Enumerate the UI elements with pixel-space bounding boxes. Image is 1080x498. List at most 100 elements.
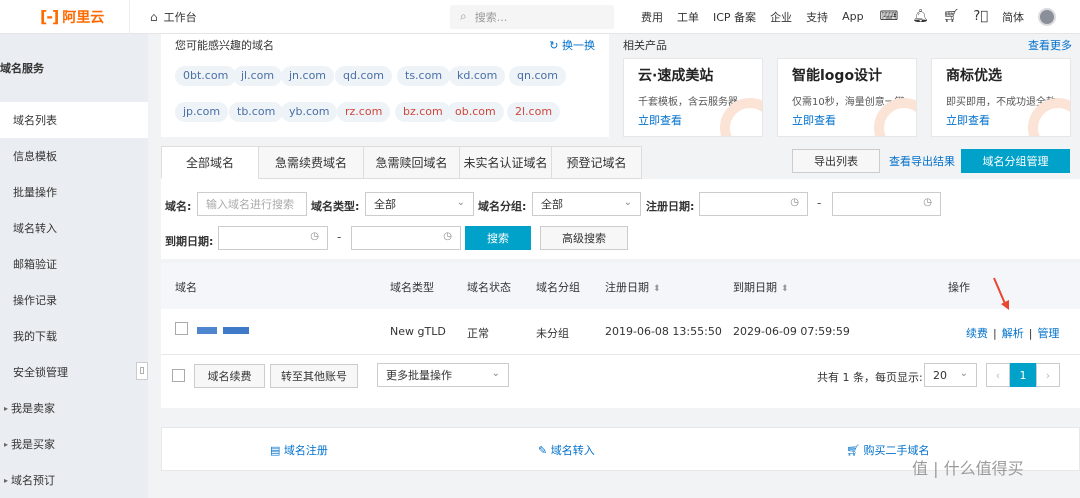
group-select[interactable]: 全部 ⌄: [532, 192, 641, 216]
sidebar-item-security-lock[interactable]: 安全锁管理: [0, 354, 148, 390]
manage-link[interactable]: 管理: [1037, 327, 1059, 340]
date-range-dash: -: [337, 230, 342, 244]
sidebar-item-batch-ops[interactable]: 批量操作: [0, 174, 148, 210]
col-ops: 操作: [948, 281, 970, 294]
type-select[interactable]: 全部 ⌄: [365, 192, 474, 216]
prev-page-button[interactable]: ‹: [986, 363, 1010, 387]
col-reg-date[interactable]: 注册日期 ⬍: [605, 279, 661, 295]
col-type: 域名类型: [390, 281, 434, 294]
col-exp-date[interactable]: 到期日期 ⬍: [733, 279, 789, 295]
product-card[interactable]: 云·速成美站 千套模板，含云服务器 立即查看: [623, 58, 763, 137]
domain-search-input[interactable]: 输入域名进行搜索: [197, 192, 307, 216]
domain-chip[interactable]: rz.com: [337, 102, 391, 122]
sidebar-item-downloads[interactable]: 我的下载: [0, 318, 148, 354]
annotation-arrow-icon: [993, 277, 1009, 310]
aliyun-logo[interactable]: [-] 阿里云: [0, 0, 130, 34]
domain-chip[interactable]: bz.com: [395, 102, 451, 122]
sidebar-item-email-verify[interactable]: 邮箱验证: [0, 246, 148, 282]
help-icon[interactable]: ?⃝: [973, 9, 988, 24]
batch-renew-button[interactable]: 域名续费: [194, 364, 265, 388]
domain-chip[interactable]: 2l.com: [507, 102, 561, 122]
nav-ticket[interactable]: 工单: [677, 9, 699, 25]
domain-chip[interactable]: ob.com: [447, 102, 504, 122]
domain-chip[interactable]: jn.com: [281, 66, 335, 86]
nav-icp[interactable]: ICP 备案: [713, 9, 756, 25]
top-nav-icons: ⌨ 🔔︎ 🛒︎ ?⃝ 简体: [880, 7, 1057, 26]
row-type: New gTLD: [390, 325, 446, 338]
tab-preregistered[interactable]: 预登记域名: [551, 146, 642, 179]
exp-date-end[interactable]: ◷: [351, 226, 461, 250]
domain-chip[interactable]: 0bt.com: [175, 66, 237, 86]
batch-ops-select[interactable]: 更多批量操作 ⌄: [377, 363, 509, 387]
sidebar-item-preorder[interactable]: ▸ 域名预订: [0, 462, 148, 498]
row-divider: [161, 354, 1080, 355]
next-page-button[interactable]: ›: [1036, 363, 1060, 387]
exp-date-label: 到期日期:: [165, 235, 214, 248]
transfer-domain-link[interactable]: ✎ 域名转入: [538, 442, 595, 458]
masked-domain-name[interactable]: [197, 327, 251, 335]
domain-chip[interactable]: qn.com: [509, 66, 566, 86]
sidebar-item-op-log[interactable]: 操作记录: [0, 282, 148, 318]
sidebar-collapse-handle[interactable]: ▯: [136, 362, 148, 380]
exp-date-start[interactable]: ◷: [218, 226, 328, 250]
clock-icon: ◷: [310, 231, 319, 242]
group-manage-button[interactable]: 域名分组管理: [961, 149, 1070, 173]
sidebar-title: 域名服务: [0, 62, 44, 75]
avatar[interactable]: [1038, 7, 1057, 26]
export-list-button[interactable]: 导出列表: [792, 149, 880, 173]
reg-date-end[interactable]: ◷: [832, 192, 941, 216]
nav-app[interactable]: App: [842, 10, 864, 23]
product-card-title: 智能logo设计: [792, 68, 883, 84]
search-input[interactable]: ⌕ 搜索...: [450, 4, 614, 29]
domain-chip[interactable]: jl.com: [233, 66, 283, 86]
product-card[interactable]: 智能logo设计 仅需10秒，海量创意一键 立即查看: [777, 58, 917, 137]
group-select-value: 全部: [541, 198, 563, 211]
row-checkbox[interactable]: [175, 322, 188, 335]
domain-chip[interactable]: qd.com: [335, 66, 392, 86]
search-button[interactable]: 搜索: [465, 226, 531, 250]
cart-icon[interactable]: 🛒︎: [943, 9, 960, 24]
reg-date-start[interactable]: ◷: [699, 192, 808, 216]
domain-chip[interactable]: yb.com: [281, 102, 338, 122]
domain-chip[interactable]: ts.com: [397, 66, 451, 86]
top-navbar: [-] 阿里云 ⌂ 工作台 ⌕ 搜索... 费用 工单 ICP 备案 企业 支持…: [0, 0, 1080, 34]
register-domain-link[interactable]: ▤ 域名注册: [270, 442, 328, 458]
page-1-button[interactable]: 1: [1010, 363, 1036, 387]
tab-renew-urgent[interactable]: 急需续费域名: [258, 146, 363, 179]
view-more-link[interactable]: 查看更多: [1028, 37, 1072, 53]
renew-link[interactable]: 续费: [966, 327, 988, 340]
language-switch[interactable]: 简体: [1002, 9, 1024, 25]
refresh-icon: ↻: [549, 39, 562, 52]
workbench-link[interactable]: ⌂ 工作台: [130, 0, 436, 34]
related-products-title: 相关产品: [623, 39, 667, 52]
logo-name: 阿里云: [62, 9, 105, 26]
tab-all-domains[interactable]: 全部域名: [161, 146, 258, 179]
suggested-domains-panel: 您可能感兴趣的域名 ↻ 换一换 0bt.com jl.com jn.com qd.co…: [161, 34, 609, 137]
domain-chip[interactable]: kd.com: [449, 66, 506, 86]
table-header: 域名 域名类型 域名状态 域名分组 注册日期 ⬍ 到期日期 ⬍ 操作: [161, 263, 1080, 309]
page-size-value: 20: [933, 368, 947, 382]
dns-link[interactable]: 解析: [1002, 327, 1024, 340]
sidebar-item-seller[interactable]: ▸ 我是卖家: [0, 390, 148, 426]
nav-fee[interactable]: 费用: [641, 9, 663, 25]
sidebar-item-domain-list[interactable]: 域名列表: [0, 102, 148, 138]
sidebar-item-buyer[interactable]: ▸ 我是买家: [0, 426, 148, 462]
group-filter-label: 域名分组:: [478, 200, 527, 213]
tab-unverified[interactable]: 未实名认证域名: [459, 146, 551, 179]
advanced-search-button[interactable]: 高级搜索: [540, 226, 628, 250]
domain-chip[interactable]: jp.com: [175, 102, 229, 122]
bell-icon[interactable]: 🔔︎: [912, 9, 929, 24]
page-size-select[interactable]: 20 ⌄: [924, 363, 977, 387]
tab-redeem-urgent[interactable]: 急需赎回域名: [363, 146, 459, 179]
transfer-account-button[interactable]: 转至其他账号: [270, 364, 358, 388]
sidebar-item-info-template[interactable]: 信息模板: [0, 138, 148, 174]
domain-chip[interactable]: tb.com: [229, 102, 284, 122]
refresh-button[interactable]: ↻ 换一换: [549, 37, 595, 53]
sidebar-item-transfer-in[interactable]: 域名转入: [0, 210, 148, 246]
nav-support[interactable]: 支持: [806, 9, 828, 25]
select-all-checkbox[interactable]: [172, 369, 185, 382]
product-card[interactable]: 商标优选 即买即用，不成功退全款 立即查看: [931, 58, 1071, 137]
terminal-icon[interactable]: ⌨: [880, 9, 899, 24]
nav-enterprise[interactable]: 企业: [770, 9, 792, 25]
view-export-link[interactable]: 查看导出结果: [889, 153, 955, 169]
